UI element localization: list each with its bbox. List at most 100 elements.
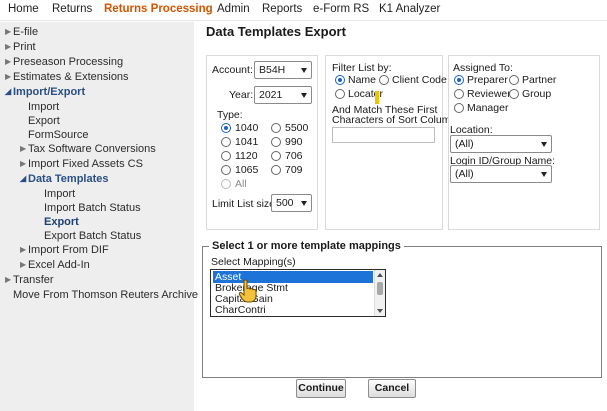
nav-admin[interactable]: Admin bbox=[217, 3, 250, 15]
match-characters-input[interactable] bbox=[332, 127, 435, 143]
type-1065-label: 1065 bbox=[235, 164, 259, 176]
expand-arrow-icon: ▶ bbox=[20, 260, 27, 269]
nav-home[interactable]: Home bbox=[8, 3, 39, 15]
page-title: Data Templates Export bbox=[206, 24, 346, 39]
type-all-radio[interactable] bbox=[221, 179, 231, 189]
sidebar-item-tax-software-conversions[interactable]: ▶ Tax Software Conversions bbox=[20, 143, 156, 155]
expand-arrow-icon: ▶ bbox=[5, 42, 12, 51]
list-item[interactable]: CharContri bbox=[213, 304, 266, 316]
sidebar-item-import[interactable]: Import bbox=[28, 101, 59, 113]
type-5500-radio[interactable] bbox=[271, 123, 281, 133]
sidebar-item-data-templates[interactable]: ◢ Data Templates bbox=[20, 173, 109, 185]
assigned-manager-label: Manager bbox=[467, 102, 509, 114]
limit-value: 500 bbox=[276, 197, 294, 209]
account-label: Account: bbox=[212, 64, 253, 76]
nav-eform-rs[interactable]: e-Form RS bbox=[313, 3, 369, 15]
nav-returns-processing[interactable]: Returns Processing bbox=[104, 3, 213, 15]
collapse-arrow-icon: ◢ bbox=[20, 174, 27, 183]
sidebar-item-label: Data Templates bbox=[28, 173, 109, 185]
account-select[interactable]: B54H bbox=[254, 61, 312, 79]
sidebar-item-efile[interactable]: ▶ E-file bbox=[5, 26, 38, 38]
location-value: (All) bbox=[455, 138, 474, 150]
nav-returns[interactable]: Returns bbox=[52, 3, 92, 15]
sidebar-item-label: Import/Export bbox=[13, 86, 86, 98]
sidebar-item-dt-import[interactable]: Import bbox=[44, 188, 75, 200]
expand-arrow-icon: ▶ bbox=[5, 57, 12, 66]
sidebar-item-export[interactable]: Export bbox=[28, 115, 60, 127]
sidebar-item-print[interactable]: ▶ Print bbox=[5, 41, 36, 53]
sidebar-item-dt-import-batch-status[interactable]: Import Batch Status bbox=[44, 202, 141, 214]
sidebar-item-preseason[interactable]: ▶ Preseason Processing bbox=[5, 56, 123, 68]
chevron-down-icon bbox=[301, 68, 307, 73]
expand-arrow-icon: ▶ bbox=[5, 275, 12, 284]
expand-arrow-icon: ▶ bbox=[20, 159, 27, 168]
continue-button[interactable]: Continue bbox=[296, 379, 346, 398]
filter-client-code-radio[interactable] bbox=[379, 75, 389, 85]
location-select[interactable]: (All) bbox=[450, 135, 552, 153]
type-1041-radio[interactable] bbox=[221, 137, 231, 147]
type-5500-label: 5500 bbox=[285, 122, 309, 134]
type-706-radio[interactable] bbox=[271, 151, 281, 161]
assigned-preparer-label: Preparer bbox=[467, 74, 508, 86]
mappings-listbox[interactable]: Asset Brokerage Stmt Capital Gain CharCo… bbox=[210, 269, 386, 317]
assigned-manager-radio[interactable] bbox=[454, 103, 464, 113]
type-1120-radio[interactable] bbox=[221, 151, 231, 161]
nav-k1-analyzer[interactable]: K1 Analyzer bbox=[379, 3, 440, 15]
assigned-group-radio[interactable] bbox=[509, 89, 519, 99]
collapse-arrow-icon: ◢ bbox=[5, 87, 12, 96]
sidebar-item-label: Estimates & Extensions bbox=[13, 71, 129, 83]
login-select[interactable]: (All) bbox=[450, 165, 552, 183]
year-select[interactable]: 2021 bbox=[254, 86, 312, 104]
sidebar-item-dt-export-batch-status[interactable]: Export Batch Status bbox=[44, 230, 141, 242]
sidebar-item-import-export[interactable]: ◢ Import/Export bbox=[5, 86, 85, 98]
type-1065-radio[interactable] bbox=[221, 165, 231, 175]
nav-reports[interactable]: Reports bbox=[262, 3, 302, 15]
sidebar-item-label: Excel Add-In bbox=[28, 259, 90, 271]
scroll-thumb[interactable] bbox=[377, 282, 383, 295]
expand-arrow-icon: ▶ bbox=[20, 245, 27, 254]
cancel-button[interactable]: Cancel bbox=[368, 379, 416, 398]
select-mappings-label: Select Mapping(s) bbox=[211, 256, 296, 268]
filter-locator-radio[interactable] bbox=[335, 89, 345, 99]
chevron-down-icon bbox=[541, 142, 547, 147]
sidebar-item-formsource[interactable]: FormSource bbox=[28, 129, 89, 141]
sidebar-item-import-from-dif[interactable]: ▶ Import From DIF bbox=[20, 244, 109, 256]
assigned-preparer-radio[interactable] bbox=[454, 75, 464, 85]
hand-pointer-icon bbox=[238, 279, 257, 303]
sidebar-item-move-from-archive[interactable]: Move From Thomson Reuters Archive bbox=[13, 289, 198, 301]
sidebar-item-label: Tax Software Conversions bbox=[28, 143, 156, 155]
assigned-partner-label: Partner bbox=[522, 74, 557, 86]
type-1040-label: 1040 bbox=[235, 122, 259, 134]
chevron-down-icon bbox=[541, 172, 547, 177]
type-706-label: 706 bbox=[285, 150, 303, 162]
type-709-radio[interactable] bbox=[271, 165, 281, 175]
scroll-up-arrow-icon[interactable] bbox=[377, 273, 383, 277]
assigned-label: Assigned To: bbox=[453, 62, 513, 74]
filter-name-radio[interactable] bbox=[335, 75, 345, 85]
type-1040-radio[interactable] bbox=[221, 123, 231, 133]
sidebar-item-label: Transfer bbox=[13, 274, 54, 286]
scroll-down-arrow-icon[interactable] bbox=[377, 309, 383, 313]
expand-arrow-icon: ▶ bbox=[5, 72, 12, 81]
listbox-scrollbar[interactable] bbox=[374, 270, 385, 316]
assigned-group-label: Group bbox=[522, 88, 552, 100]
limit-select[interactable]: 500 bbox=[271, 194, 312, 212]
assigned-reviewer-radio[interactable] bbox=[454, 89, 464, 99]
sidebar-item-excel-add-in[interactable]: ▶ Excel Add-In bbox=[20, 259, 90, 271]
top-navigation: Home Returns Returns Processing Admin Re… bbox=[0, 0, 607, 21]
year-value: 2021 bbox=[259, 89, 283, 101]
expand-arrow-icon: ▶ bbox=[20, 144, 27, 153]
type-990-radio[interactable] bbox=[271, 137, 281, 147]
sidebar-item-import-fixed-assets[interactable]: ▶ Import Fixed Assets CS bbox=[20, 158, 143, 170]
sidebar-item-estimates[interactable]: ▶ Estimates & Extensions bbox=[5, 71, 129, 83]
sidebar-item-label: Print bbox=[13, 41, 36, 53]
type-1120-label: 1120 bbox=[235, 150, 258, 162]
account-value: B54H bbox=[259, 64, 286, 76]
sidebar-item-label: Preseason Processing bbox=[13, 56, 124, 68]
sidebar-item-dt-export[interactable]: Export bbox=[44, 216, 79, 228]
text-cursor-icon bbox=[375, 91, 379, 104]
login-value: (All) bbox=[455, 168, 474, 180]
assigned-partner-radio[interactable] bbox=[509, 75, 519, 85]
sidebar-item-transfer[interactable]: ▶ Transfer bbox=[5, 274, 54, 286]
type-709-label: 709 bbox=[285, 164, 303, 176]
